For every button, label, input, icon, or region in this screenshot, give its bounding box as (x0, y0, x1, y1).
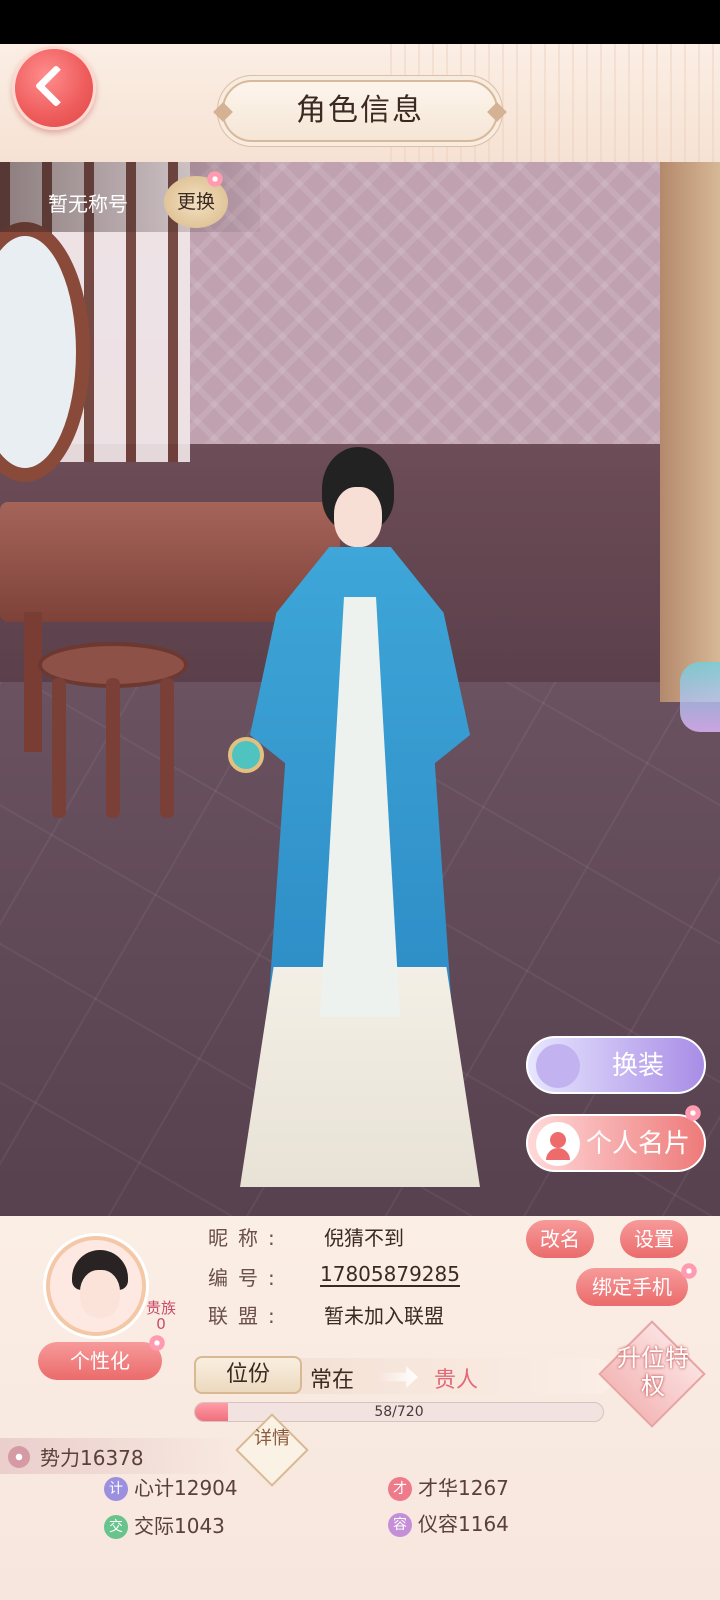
stat-scheming: 计心计12904 (104, 1472, 238, 1501)
avatar[interactable] (46, 1236, 146, 1336)
flower-icon (684, 1104, 702, 1122)
stat-text: 交际1043 (134, 1514, 225, 1538)
settings-button[interactable]: 设置 (620, 1220, 688, 1258)
current-rank: 常在 (310, 1368, 355, 1393)
profile-card-label: 个人名片 (585, 1129, 690, 1159)
id-label: 编号: (208, 1266, 285, 1290)
back-button[interactable] (12, 46, 96, 130)
dress-icon (536, 1044, 580, 1088)
rename-button[interactable]: 改名 (526, 1220, 594, 1258)
noble-level: 0 (156, 1315, 166, 1333)
next-rank: 贵人 (434, 1368, 479, 1393)
character-model[interactable] (228, 447, 490, 1216)
stat-icon: 才 (388, 1477, 412, 1501)
flower-icon (8, 1446, 30, 1468)
player-title-text: 暂无称号 (48, 192, 128, 216)
noble-label: 贵族 (145, 1299, 176, 1317)
settings-label: 设置 (634, 1227, 674, 1251)
fan-icon (228, 737, 264, 773)
alliance-value: 暂未加入联盟 (324, 1304, 444, 1328)
personalize-label: 个性化 (70, 1349, 130, 1373)
wallpaper (190, 162, 680, 452)
stat-text: 心计12904 (134, 1476, 238, 1500)
flower-icon (206, 170, 224, 188)
stat-text: 仪容1164 (418, 1512, 509, 1536)
rank-tag-label: 位份 (225, 1362, 270, 1387)
character-face (334, 487, 382, 547)
page-title-plate: 角色信息 (213, 80, 507, 142)
bind-phone-button[interactable]: 绑定手机 (576, 1268, 688, 1306)
alliance-label: 联盟: (208, 1304, 285, 1328)
stat-text: 才华1267 (418, 1476, 509, 1500)
stool-leg (52, 678, 66, 818)
status-bar (0, 0, 720, 44)
outfit-button[interactable]: 换装 (526, 1036, 706, 1094)
stool-leg (160, 678, 174, 818)
avatar-face (80, 1270, 120, 1318)
bind-phone-label: 绑定手机 (592, 1275, 672, 1299)
stat-social: 交交际1043 (104, 1510, 225, 1539)
flower-icon (148, 1334, 166, 1352)
id-value[interactable]: 17805879285 (320, 1262, 460, 1286)
stat-appearance: 容仪容1164 (388, 1508, 509, 1537)
nickname-label: 昵称: (208, 1226, 285, 1250)
power-value: 势力16378 (40, 1446, 144, 1470)
nickname-value: 倪猜不到 (324, 1226, 404, 1250)
stool-leg (106, 678, 120, 818)
stat-icon: 交 (104, 1515, 128, 1539)
rank-tag: 位份 (194, 1356, 302, 1394)
power-row: 势力16378 (0, 1438, 240, 1474)
stat-icon: 容 (388, 1513, 412, 1537)
rank-progress-text: 58/720 (374, 1404, 424, 1420)
side-event-icon[interactable] (680, 662, 720, 732)
outfit-label: 换装 (611, 1051, 664, 1081)
personalize-button[interactable]: 个性化 (38, 1342, 162, 1380)
stat-talent: 才才华1267 (388, 1472, 509, 1501)
curtain (660, 162, 720, 702)
person-icon (536, 1122, 580, 1166)
privilege-label: 升位特权 (617, 1344, 689, 1400)
page-title: 角色信息 (296, 93, 424, 128)
stat-icon: 计 (104, 1477, 128, 1501)
rename-label: 改名 (540, 1227, 580, 1251)
profile-card-button[interactable]: 个人名片 (526, 1114, 706, 1172)
flower-icon (680, 1262, 698, 1280)
detail-label: 详情 (254, 1428, 290, 1449)
chevron-left-icon (34, 64, 78, 108)
stool (38, 642, 188, 822)
